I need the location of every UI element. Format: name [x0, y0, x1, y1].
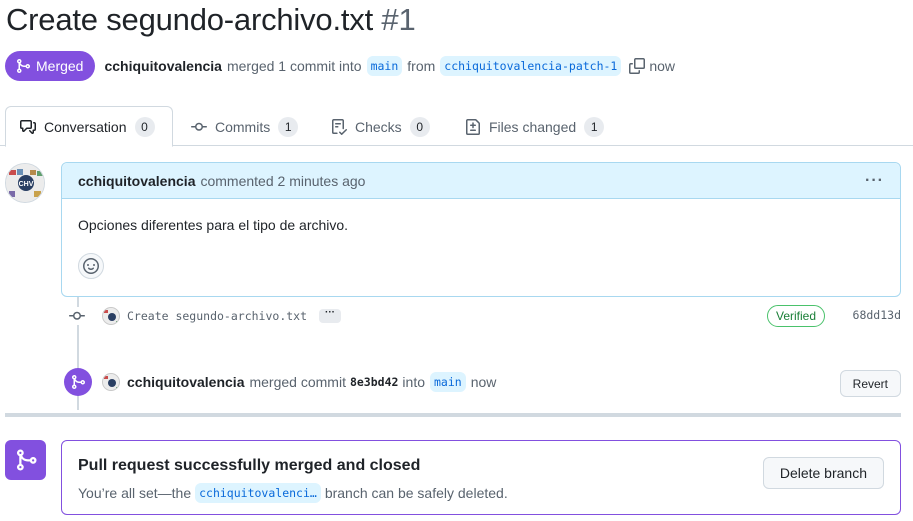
comment-header: cchiquitovalencia commented 2 minutes ag… [62, 163, 900, 199]
svg-text:CHV: CHV [19, 181, 34, 188]
merge-event-time[interactable]: now [471, 374, 497, 390]
merge-event: cchiquitovalencia merged commit 8e3bd42 … [64, 366, 901, 398]
tab-conversation-label: Conversation [44, 118, 127, 135]
tab-commits-label: Commits [215, 118, 271, 135]
git-commit-icon [68, 307, 86, 325]
merge-time: now [649, 58, 676, 74]
copy-icon[interactable] [629, 58, 646, 74]
merge-branch-link[interactable]: main [430, 372, 466, 392]
merge-author-link[interactable]: cchiquitovalencia [127, 374, 244, 390]
tab-files-changed-count: 1 [584, 116, 605, 137]
git-merge-icon [17, 59, 31, 73]
tab-checks[interactable]: Checks 0 [317, 106, 444, 147]
file-diff-icon [466, 118, 480, 135]
verified-badge[interactable]: Verified [767, 305, 826, 327]
pr-tabs: Conversation 0 Commits 1 Checks 0 Files … [0, 106, 913, 147]
commit-sha-link[interactable]: 68dd13d [853, 308, 901, 322]
merged-title: Pull request successfully merged and clo… [78, 457, 421, 474]
merge-into-text: into [402, 374, 425, 390]
tab-files-changed[interactable]: Files changed 1 [451, 106, 618, 147]
checklist-icon [332, 118, 347, 135]
comment-body: Opciones diferentes para el tipo de arch… [78, 217, 349, 233]
tab-files-changed-label: Files changed [489, 118, 577, 135]
git-merge-icon [16, 449, 37, 471]
tab-checks-label: Checks [355, 118, 402, 135]
tab-commits[interactable]: Commits 1 [177, 106, 312, 147]
smiley-icon [83, 258, 99, 274]
merged-subtitle-prefix: You’re all set—the [78, 485, 192, 501]
merged-status-box: Pull request successfully merged and clo… [61, 440, 901, 515]
base-branch-link[interactable]: main [366, 56, 403, 76]
tab-conversation-count: 0 [134, 116, 155, 137]
pr-title: Create segundo-archivo.txt #1 [6, 2, 416, 38]
merged-subtitle: You’re all set—the cchiquitovalenci… bra… [78, 483, 508, 503]
git-merge-icon [72, 375, 86, 389]
pr-author-link[interactable]: cchiquitovalencia [104, 58, 221, 74]
merge-action-text: merged 1 commit into [226, 58, 362, 74]
commit-author-avatar[interactable] [102, 307, 120, 325]
head-branch-link[interactable]: cchiquitovalencia-patch-1 [440, 56, 622, 76]
kebab-horizontal-icon[interactable]: ··· [865, 172, 884, 190]
merged-branch-link[interactable]: cchiquitovalenci… [195, 483, 321, 503]
comment-meta[interactable]: commented 2 minutes ago [200, 173, 365, 189]
state-label: Merged [36, 58, 84, 74]
avatar[interactable]: CHV [5, 163, 45, 203]
git-commit-icon [191, 122, 207, 131]
tab-commits-count: 1 [278, 116, 299, 137]
from-text: from [407, 58, 436, 74]
merged-status-icon [5, 440, 46, 480]
merge-event-icon [64, 368, 92, 396]
commit-expand-button[interactable]: ··· [319, 308, 342, 323]
timeline-divider [5, 413, 901, 417]
pr-title-text: Create segundo-archivo.txt [6, 2, 373, 37]
commit-message-link[interactable]: Create segundo-archivo.txt [127, 309, 307, 323]
pr-meta-row: Merged cchiquitovalencia merged 1 commit… [5, 51, 675, 81]
delete-branch-button[interactable]: Delete branch [762, 457, 884, 489]
merge-sha-link[interactable]: 8e3bd42 [350, 375, 398, 389]
merged-state-badge: Merged [5, 51, 96, 81]
revert-button[interactable]: Revert [839, 370, 901, 397]
comment-discussion-icon [20, 119, 36, 134]
merged-subtitle-suffix: branch can be safely deleted. [324, 485, 508, 501]
add-reaction-button[interactable] [78, 253, 104, 279]
comment-card: cchiquitovalencia commented 2 minutes ag… [61, 162, 901, 297]
tab-conversation[interactable]: Conversation 0 [5, 106, 173, 147]
merge-author-avatar[interactable] [102, 373, 120, 391]
tab-checks-count: 0 [409, 116, 430, 137]
commit-row: Create segundo-archivo.txt ··· Verified … [68, 305, 901, 327]
comment-author-link[interactable]: cchiquitovalencia [78, 173, 195, 189]
merge-event-text: merged commit [249, 374, 346, 390]
pr-number: #1 [381, 2, 416, 37]
